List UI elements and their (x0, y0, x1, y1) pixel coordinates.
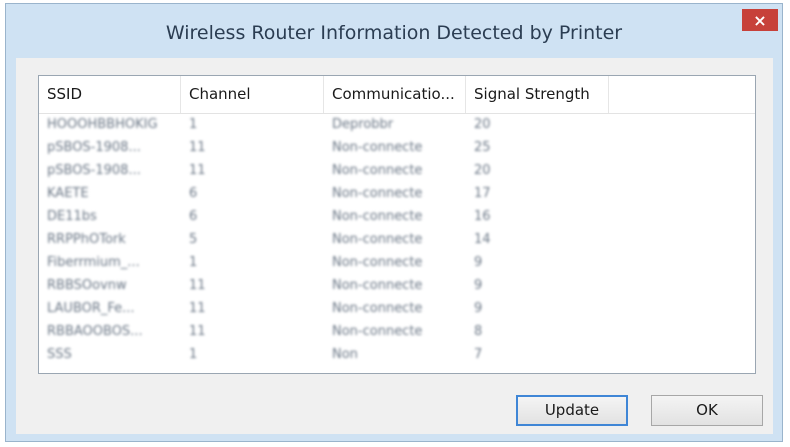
cell-ssid: RBBAOOBOS... (47, 324, 143, 339)
cell-channel: 1 (189, 255, 198, 270)
list-item[interactable]: pSBOS-1908... 11 Non-connecte 20 (39, 159, 755, 182)
list-item[interactable]: RBBAOOBOS... 11 Non-connecte 8 (39, 320, 755, 343)
cell-signal-strength: 20 (474, 117, 491, 132)
cell-communication: Non-connecte (332, 255, 423, 270)
cell-ssid: DE11bs (47, 209, 97, 224)
cell-ssid: RRPPhOTork (47, 232, 126, 247)
cell-channel: 11 (189, 301, 206, 316)
cell-channel: 11 (189, 163, 206, 178)
list-item[interactable]: SSS 1 Non 7 (39, 343, 755, 366)
cell-signal-strength: 8 (474, 324, 483, 339)
cell-channel: 11 (189, 278, 206, 293)
cell-ssid: LAUBOR_Fe... (47, 301, 135, 316)
cell-communication: Non-connecte (332, 301, 423, 316)
ok-button[interactable]: OK (651, 395, 763, 426)
cell-communication: Non (332, 347, 358, 362)
list-rows: HOOOHBBHOKIG 1 Deprobbr 20 pSBOS-1908... 11 No… (39, 113, 755, 366)
cell-signal-strength: 25 (474, 140, 491, 155)
column-header-ssid[interactable]: SSID (39, 76, 181, 113)
list-header: SSID Channel Communicatio... Signal Stre… (39, 76, 755, 114)
cell-ssid: pSBOS-1908... (47, 163, 141, 178)
list-item[interactable]: DE11bs 6 Non-connecte 16 (39, 205, 755, 228)
list-item[interactable]: RRPPhOTork 5 Non-connecte 14 (39, 228, 755, 251)
cell-signal-strength: 20 (474, 163, 491, 178)
list-item[interactable]: KAETE 6 Non-connecte 17 (39, 182, 755, 205)
cell-signal-strength: 9 (474, 278, 483, 293)
cell-communication: Non-connecte (332, 232, 423, 247)
cell-signal-strength: 14 (474, 232, 491, 247)
cell-ssid: KAETE (47, 186, 89, 201)
cell-ssid: Fiberrmium_... (47, 255, 140, 270)
cell-ssid: pSBOS-1908... (47, 140, 141, 155)
cell-channel: 1 (189, 347, 198, 362)
cell-channel: 1 (189, 117, 198, 132)
cell-communication: Non-connecte (332, 140, 423, 155)
cell-communication: Non-connecte (332, 186, 423, 201)
cell-communication: Non-connecte (332, 163, 423, 178)
column-header-communication[interactable]: Communicatio... (324, 76, 466, 113)
close-icon: × (753, 10, 767, 30)
list-item[interactable]: LAUBOR_Fe... 11 Non-connecte 9 (39, 297, 755, 320)
cell-channel: 6 (189, 186, 198, 201)
cell-signal-strength: 17 (474, 186, 491, 201)
dialog-body: SSID Channel Communicatio... Signal Stre… (16, 58, 773, 434)
list-item[interactable]: HOOOHBBHOKIG 1 Deprobbr 20 (39, 113, 755, 136)
cell-ssid: HOOOHBBHOKIG (47, 117, 158, 132)
cell-ssid: RBBSOovnw (47, 278, 127, 293)
cell-signal-strength: 7 (474, 347, 483, 362)
router-info-dialog: Wireless Router Information Detected by … (5, 3, 783, 442)
title-bar: Wireless Router Information Detected by … (6, 4, 782, 60)
list-item[interactable]: Fiberrmium_... 1 Non-connecte 9 (39, 251, 755, 274)
close-button[interactable]: × (742, 9, 778, 31)
cell-communication: Deprobbr (332, 117, 394, 132)
cell-communication: Non-connecte (332, 278, 423, 293)
list-item[interactable]: RBBSOovnw 11 Non-connecte 9 (39, 274, 755, 297)
cell-channel: 5 (189, 232, 198, 247)
column-header-signal-strength[interactable]: Signal Strength (466, 76, 609, 113)
router-list[interactable]: SSID Channel Communicatio... Signal Stre… (38, 75, 756, 374)
cell-signal-strength: 9 (474, 255, 483, 270)
dialog-title: Wireless Router Information Detected by … (165, 22, 623, 44)
column-header-channel[interactable]: Channel (181, 76, 324, 113)
cell-channel: 11 (189, 324, 206, 339)
cell-communication: Non-connecte (332, 324, 423, 339)
cell-communication: Non-connecte (332, 209, 423, 224)
cell-signal-strength: 16 (474, 209, 491, 224)
cell-signal-strength: 9 (474, 301, 483, 316)
update-button[interactable]: Update (516, 395, 628, 426)
cell-ssid: SSS (47, 347, 72, 362)
cell-channel: 11 (189, 140, 206, 155)
list-item[interactable]: pSBOS-1908... 11 Non-connecte 25 (39, 136, 755, 159)
cell-channel: 6 (189, 209, 198, 224)
